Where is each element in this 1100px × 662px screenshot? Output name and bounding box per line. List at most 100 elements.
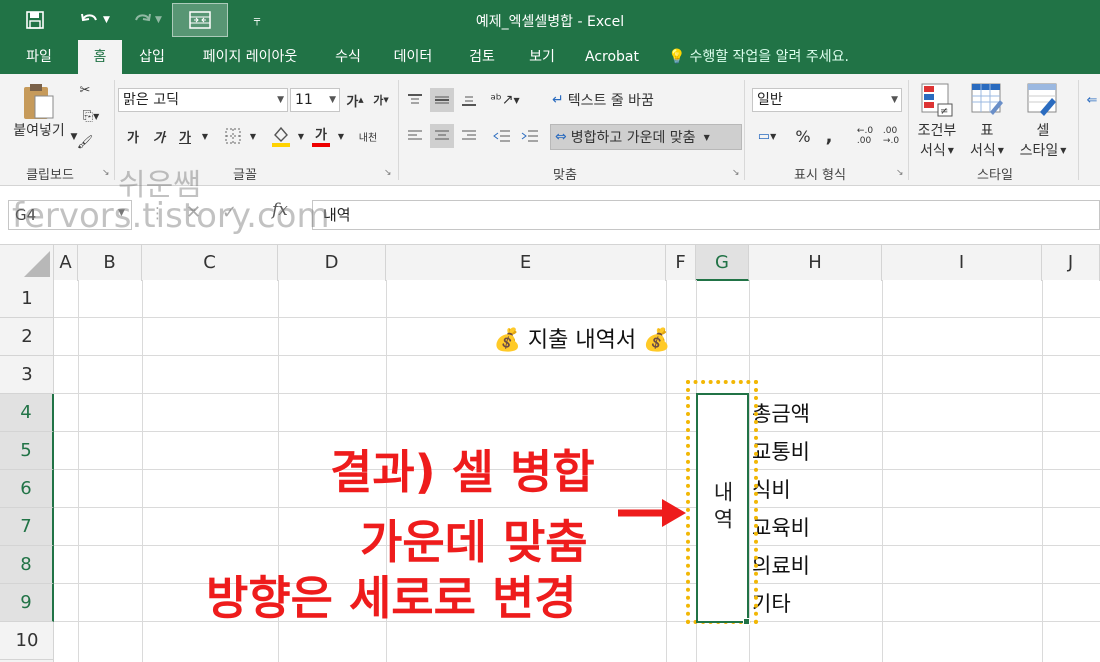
- comma-style-button[interactable]: ,: [820, 124, 838, 148]
- column-header-f[interactable]: F: [666, 245, 696, 281]
- copy-icon[interactable]: ⎘ ▼: [74, 106, 108, 126]
- chevron-down-icon[interactable]: ▼: [246, 129, 260, 143]
- row-header-6[interactable]: 6: [0, 470, 54, 508]
- column-header-j[interactable]: J: [1042, 245, 1100, 281]
- orientation-icon[interactable]: ᵃᵇ↗ ▼: [490, 88, 520, 112]
- group-clipboard-label: 클립보드: [26, 168, 74, 183]
- row-header-5[interactable]: 5: [0, 432, 54, 470]
- grow-font-button[interactable]: 가 ▲: [344, 88, 366, 112]
- fill-handle[interactable]: [743, 618, 750, 625]
- row-header-9[interactable]: 9: [0, 584, 54, 622]
- column-header-g[interactable]: G: [696, 245, 749, 281]
- row-header-10[interactable]: 10: [0, 622, 54, 660]
- cell-styles-label2[interactable]: 스타일 ▼: [1010, 140, 1076, 160]
- align-bottom-icon[interactable]: [458, 88, 480, 112]
- grid-line: [54, 317, 1100, 318]
- tab-view[interactable]: 보기: [518, 40, 566, 74]
- tab-acrobat[interactable]: Acrobat: [576, 40, 648, 74]
- conditional-formatting-label1[interactable]: 조건부: [912, 120, 962, 140]
- alignment-launcher-icon[interactable]: ↘: [732, 168, 740, 178]
- percent-style-button[interactable]: %: [792, 124, 814, 148]
- align-top-icon[interactable]: [404, 88, 426, 112]
- row-header-8[interactable]: 8: [0, 546, 54, 584]
- align-middle-icon[interactable]: [430, 88, 454, 112]
- font-size-select[interactable]: 11 ▼: [290, 88, 340, 112]
- tab-insert[interactable]: 삽입: [128, 40, 176, 74]
- font-name-select[interactable]: 맑은 고딕 ▼: [118, 88, 288, 112]
- conditional-formatting-icon[interactable]: ≠: [918, 80, 956, 120]
- font-launcher-icon[interactable]: ↘: [384, 168, 392, 178]
- format-as-table-icon[interactable]: [968, 80, 1006, 120]
- chevron-down-icon[interactable]: ▼: [198, 129, 212, 143]
- format-as-table-label1[interactable]: 표: [962, 120, 1012, 140]
- tab-review[interactable]: 검토: [454, 40, 510, 74]
- tab-formulas[interactable]: 수식: [324, 40, 372, 74]
- align-right-icon[interactable]: [458, 124, 480, 148]
- number-format-select[interactable]: 일반 ▼: [752, 88, 902, 112]
- conditional-formatting-label2[interactable]: 서식 ▼: [912, 140, 962, 160]
- chevron-down-icon[interactable]: ▼: [334, 129, 348, 143]
- merge-center-button[interactable]: ⇔ 병합하고 가운데 맞춤 ▼: [550, 124, 742, 150]
- cell-styles-label1[interactable]: 셀: [1018, 120, 1068, 140]
- watermark-url: fervors.tistory.com: [12, 196, 330, 236]
- italic-button[interactable]: 가: [148, 124, 170, 148]
- paste-icon[interactable]: [14, 80, 64, 124]
- borders-icon[interactable]: [222, 124, 244, 148]
- bold-button[interactable]: 가: [122, 124, 144, 148]
- align-center-icon[interactable]: [430, 124, 454, 148]
- svg-text:≠: ≠: [940, 106, 948, 117]
- formula-input[interactable]: 내역: [312, 200, 1100, 230]
- underline-button[interactable]: 가: [174, 124, 196, 148]
- row-header-7[interactable]: 7: [0, 508, 54, 546]
- row-header-3[interactable]: 3: [0, 356, 54, 394]
- column-header-b[interactable]: B: [78, 245, 142, 281]
- increase-decimal-icon[interactable]: ←.0.00: [854, 124, 876, 148]
- merged-cell-g4-g9[interactable]: 내역: [696, 393, 749, 623]
- decrease-indent-icon[interactable]: [490, 124, 514, 148]
- grid-line: [54, 355, 1100, 356]
- row-header-1[interactable]: 1: [0, 280, 54, 318]
- grid-line: [54, 393, 1100, 394]
- chevron-down-icon[interactable]: ▼: [294, 129, 308, 143]
- sheet-title-cell[interactable]: 💰 지출 내역서 💰: [78, 322, 1078, 354]
- format-as-table-label2[interactable]: 서식 ▼: [962, 140, 1012, 160]
- cell-h7[interactable]: 교육비: [752, 512, 810, 542]
- cut-icon[interactable]: ✂: [74, 80, 96, 100]
- shrink-font-button[interactable]: 가 ▼: [370, 88, 392, 112]
- group-number-label: 표시 형식: [794, 168, 846, 183]
- column-header-a[interactable]: A: [54, 245, 78, 281]
- number-launcher-icon[interactable]: ↘: [896, 168, 904, 178]
- tab-home[interactable]: 홈: [78, 40, 122, 74]
- column-header-i[interactable]: I: [882, 245, 1042, 281]
- row-header-4[interactable]: 4: [0, 394, 54, 432]
- tell-me-box[interactable]: 💡 수행할 작업을 알려 주세요.: [668, 40, 849, 74]
- ribbon-tabs: 파일 홈 삽입 페이지 레이아웃 수식 데이터 검토 보기 Acrobat 💡 수…: [0, 40, 1100, 74]
- clipboard-launcher-icon[interactable]: ↘: [102, 168, 110, 178]
- font-color-icon[interactable]: 가: [310, 122, 332, 148]
- tab-file[interactable]: 파일: [8, 40, 70, 74]
- cell-h4[interactable]: 총금액: [752, 398, 810, 428]
- increase-indent-icon[interactable]: [518, 124, 542, 148]
- row-header-2[interactable]: 2: [0, 318, 54, 356]
- tab-page-layout[interactable]: 페이지 레이아웃: [186, 40, 314, 74]
- group-separator: [398, 80, 399, 180]
- fill-color-icon[interactable]: [270, 124, 292, 148]
- cell-h8[interactable]: 의료비: [752, 550, 810, 580]
- column-header-d[interactable]: D: [278, 245, 386, 281]
- format-painter-icon[interactable]: 🖌: [74, 132, 96, 152]
- accounting-format-icon[interactable]: ▭ ▼: [752, 124, 782, 148]
- select-all-button[interactable]: [0, 245, 54, 281]
- font-name-value: 맑은 고딕: [123, 92, 179, 108]
- column-header-h[interactable]: H: [749, 245, 882, 281]
- align-left-icon[interactable]: [404, 124, 426, 148]
- decrease-decimal-icon[interactable]: .00 →.0: [880, 124, 902, 148]
- cell-styles-icon[interactable]: [1024, 80, 1062, 120]
- cell-h5[interactable]: 교통비: [752, 436, 810, 466]
- wrap-text-button[interactable]: ↵ 텍스트 줄 바꿈: [552, 88, 682, 112]
- phonetic-guide-button[interactable]: 내천: [356, 124, 380, 148]
- insert-cells-icon[interactable]: ⇐: [1084, 80, 1100, 120]
- tab-data[interactable]: 데이터: [382, 40, 444, 74]
- column-header-e[interactable]: E: [386, 245, 666, 281]
- window-title: 예제_엑셀셀병합 - Excel: [475, 14, 625, 30]
- column-header-c[interactable]: C: [142, 245, 278, 281]
